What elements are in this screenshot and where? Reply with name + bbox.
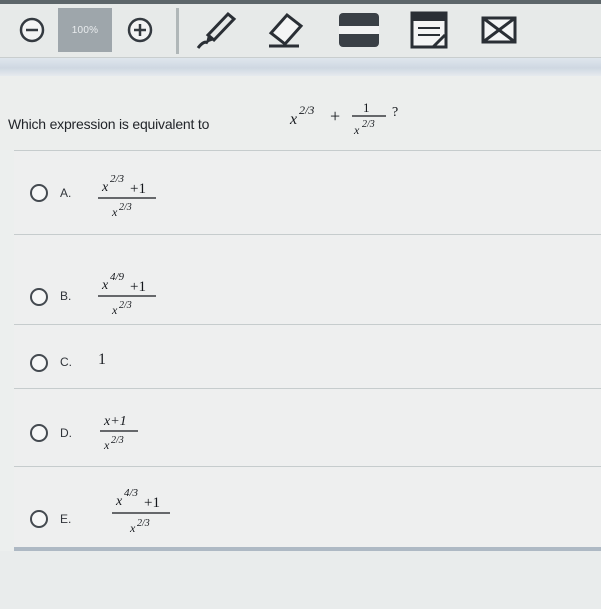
question-mark: ? bbox=[392, 105, 398, 120]
pen-icon bbox=[196, 11, 237, 49]
line-reader-button[interactable] bbox=[334, 10, 384, 50]
choice-b[interactable]: B. x 4/9 +1 x 2/3 bbox=[14, 234, 601, 324]
choice-e[interactable]: E. x 4/3 +1 x 2/3 bbox=[14, 466, 601, 547]
choice-b-num-exponent: 4/9 bbox=[110, 271, 125, 283]
window-edge bbox=[0, 0, 601, 4]
choice-c-value: 1 bbox=[98, 351, 106, 368]
choice-c-letter: C. bbox=[60, 355, 72, 369]
eliminate-icon bbox=[481, 16, 517, 44]
choice-b-num-tail: +1 bbox=[130, 279, 146, 295]
choice-d[interactable]: D. x+1 x 2/3 bbox=[14, 388, 601, 466]
choice-d-expression: x+1 x 2/3 bbox=[100, 414, 138, 452]
choice-a-num-base: x bbox=[101, 180, 109, 195]
pen-tool-button[interactable] bbox=[192, 10, 240, 50]
zoom-out-icon bbox=[19, 17, 45, 43]
choice-b-den-base: x bbox=[111, 303, 118, 317]
choice-a-den-base: x bbox=[111, 205, 118, 219]
question-frac-den-exponent: 2/3 bbox=[362, 119, 375, 130]
question-frac-den-base: x bbox=[353, 123, 360, 137]
choice-e-letter: E. bbox=[60, 512, 72, 526]
zoom-out-button[interactable] bbox=[12, 10, 52, 50]
toolbar: 100% bbox=[0, 0, 601, 58]
zoom-in-icon bbox=[127, 17, 153, 43]
eraser-icon bbox=[268, 12, 304, 48]
choice-a-num-tail: +1 bbox=[130, 181, 146, 197]
question-term-base: x bbox=[289, 111, 297, 128]
choice-a-num-exponent: 2/3 bbox=[110, 173, 125, 185]
choice-b-den-exponent: 2/3 bbox=[119, 300, 132, 311]
question-term-exponent: 2/3 bbox=[299, 103, 314, 117]
choice-d-den-exponent: 2/3 bbox=[111, 435, 124, 446]
choice-e-den-exponent: 2/3 bbox=[137, 518, 150, 529]
question-operator: + bbox=[330, 106, 340, 126]
question-expression: x 2/3 + 1 x 2/3 ? bbox=[289, 100, 398, 137]
choice-b-num-base: x bbox=[101, 278, 109, 293]
choice-a-den-exponent: 2/3 bbox=[119, 202, 132, 213]
choice-c-radio[interactable] bbox=[30, 354, 48, 372]
choice-a-letter: A. bbox=[60, 186, 72, 200]
eraser-tool-button[interactable] bbox=[262, 10, 308, 50]
choice-d-numerator: x+1 bbox=[103, 414, 127, 429]
choice-d-letter: D. bbox=[60, 426, 72, 440]
choice-a-radio[interactable] bbox=[30, 184, 48, 202]
choice-d-den-base: x bbox=[103, 438, 110, 452]
zoom-in-button[interactable] bbox=[120, 10, 160, 50]
question-text: Which expression is equivalent to bbox=[8, 116, 210, 132]
choice-c[interactable]: C. 1 bbox=[14, 324, 601, 388]
choice-a-expression: x 2/3 +1 x 2/3 bbox=[98, 173, 156, 219]
choice-a[interactable]: A. x 2/3 +1 x 2/3 bbox=[14, 150, 601, 234]
page-background bbox=[0, 551, 601, 609]
choice-e-den-base: x bbox=[129, 521, 136, 535]
line-reader-icon bbox=[339, 13, 379, 47]
choice-e-radio[interactable] bbox=[30, 510, 48, 528]
toolbar-separator-band bbox=[0, 58, 601, 76]
choice-d-radio[interactable] bbox=[30, 424, 48, 442]
question-frac-numerator: 1 bbox=[363, 100, 370, 115]
choice-b-expression: x 4/9 +1 x 2/3 bbox=[98, 271, 156, 317]
choice-e-num-tail: +1 bbox=[144, 495, 160, 511]
choice-e-num-base: x bbox=[115, 494, 123, 509]
zoom-level-indicator: 100% bbox=[58, 8, 112, 52]
zoom-level-text: 100% bbox=[71, 24, 99, 36]
choice-b-letter: B. bbox=[60, 289, 72, 303]
notepad-icon bbox=[410, 11, 448, 49]
answer-eliminator-button[interactable] bbox=[474, 10, 524, 50]
notepad-button[interactable] bbox=[406, 10, 452, 50]
toolbar-divider bbox=[176, 8, 179, 54]
choice-e-num-exponent: 4/3 bbox=[124, 487, 139, 499]
choice-b-radio[interactable] bbox=[30, 288, 48, 306]
choice-e-expression: x 4/3 +1 x 2/3 bbox=[112, 487, 170, 535]
